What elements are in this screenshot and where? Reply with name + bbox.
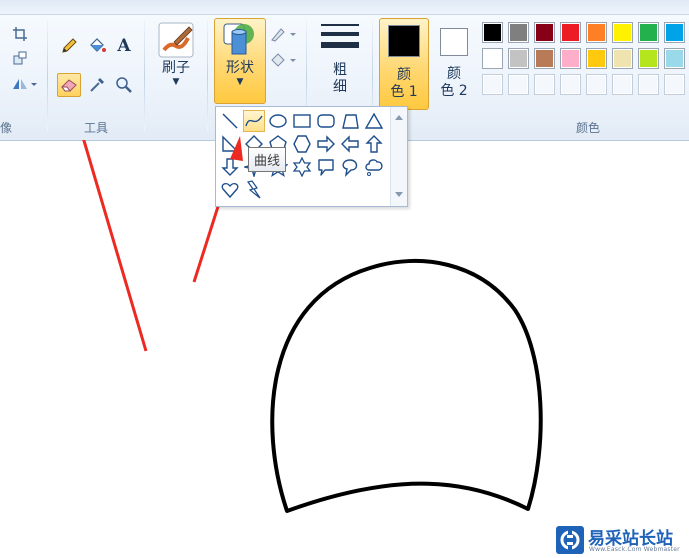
palette-swatch[interactable]: [508, 22, 529, 43]
shape-line-icon[interactable]: [219, 110, 241, 132]
palette-swatch[interactable]: [586, 22, 607, 43]
brush-icon: [158, 22, 194, 58]
palette-swatch[interactable]: [664, 48, 685, 69]
shape-rectangle-icon[interactable]: [291, 110, 313, 132]
chevron-down-icon: ▼: [172, 77, 180, 87]
palette-swatch[interactable]: [508, 48, 529, 69]
pencil-icon[interactable]: [57, 34, 81, 58]
shape-lightning-icon[interactable]: [243, 179, 265, 201]
shape-hexagon-icon[interactable]: [291, 133, 313, 155]
palette-swatch[interactable]: [482, 22, 503, 43]
palette-swatch[interactable]: [534, 22, 555, 43]
gallery-scrollbar[interactable]: [390, 107, 407, 206]
color1-label-1: 颜: [397, 67, 411, 83]
ribbon-top-edge: [0, 0, 689, 15]
shape-right-triangle-icon[interactable]: [219, 133, 241, 155]
shape-left-arrow-icon[interactable]: [339, 133, 361, 155]
line-width-icon: [321, 24, 359, 48]
tools-group-label: 工具: [84, 121, 109, 135]
palette-swatch[interactable]: [664, 22, 685, 43]
color1-label-2: 色 1: [390, 84, 418, 100]
colors-group-label: 颜色: [576, 121, 601, 135]
resize-icon[interactable]: [8, 46, 32, 70]
rotate-icon[interactable]: [8, 72, 40, 96]
custom-color-slot[interactable]: [586, 74, 607, 95]
shape-oval-icon[interactable]: [267, 110, 289, 132]
fill-bucket-icon[interactable]: [85, 34, 109, 58]
color-picker-icon[interactable]: [85, 73, 109, 97]
shapes-icon: [223, 23, 254, 55]
custom-color-slot[interactable]: [560, 74, 581, 95]
palette-swatch[interactable]: [612, 22, 633, 43]
shapes-gallery-popup: [215, 106, 408, 207]
custom-color-slot[interactable]: [638, 74, 659, 95]
group-separator: [47, 20, 48, 132]
shape-oval-callout-icon[interactable]: [339, 156, 361, 178]
size-label-2: 细: [333, 79, 347, 95]
palette-swatch[interactable]: [560, 48, 581, 69]
shape-right-arrow-icon[interactable]: [315, 133, 337, 155]
shape-up-arrow-icon[interactable]: [363, 133, 385, 155]
shape-rounded-rectangle-icon[interactable]: [315, 110, 337, 132]
watermark-subtext: Www.Easck.Com Webmaster: [589, 546, 680, 553]
size-label-1: 粗: [333, 62, 347, 78]
shapes-button[interactable]: 形状 ▼: [214, 18, 266, 104]
brushes-button[interactable]: 刷子 ▼: [152, 20, 200, 104]
outline-icon[interactable]: [268, 22, 298, 46]
shape-cloud-callout-icon[interactable]: [363, 156, 385, 178]
watermark-logo-icon: [556, 526, 584, 554]
shapes-label: 形状: [226, 60, 254, 76]
shape-tooltip: 曲线: [248, 147, 287, 172]
palette-swatch[interactable]: [638, 22, 659, 43]
color2-button[interactable]: 颜 色 2: [432, 18, 476, 110]
palette-swatch[interactable]: [612, 48, 633, 69]
magnifier-icon[interactable]: [112, 73, 136, 97]
palette-swatch[interactable]: [560, 22, 581, 43]
watermark: 易采站长站 Www.Easck.Com Webmaster: [556, 522, 689, 556]
shape-down-arrow-icon[interactable]: [219, 156, 241, 178]
fill-icon[interactable]: [268, 48, 298, 72]
group-separator: [207, 20, 208, 132]
size-button[interactable]: 粗 细: [314, 20, 366, 106]
group-separator: [144, 20, 145, 132]
custom-color-slot[interactable]: [664, 74, 685, 95]
palette-swatch[interactable]: [586, 48, 607, 69]
image-group-label: 像: [0, 121, 13, 135]
shape-polygon-icon[interactable]: [339, 110, 361, 132]
scroll-down-icon[interactable]: [395, 192, 403, 197]
custom-color-slot[interactable]: [534, 74, 555, 95]
brushes-label: 刷子: [162, 60, 190, 76]
color1-swatch: [388, 25, 420, 57]
shape-heart-icon[interactable]: [219, 179, 241, 201]
shape-rounded-callout-icon[interactable]: [315, 156, 337, 178]
custom-color-slot[interactable]: [482, 74, 503, 95]
custom-color-slot[interactable]: [612, 74, 633, 95]
palette-swatch[interactable]: [638, 48, 659, 69]
custom-color-slot[interactable]: [508, 74, 529, 95]
shape-curve-icon[interactable]: [243, 110, 265, 132]
chevron-down-icon: ▼: [236, 77, 244, 87]
scroll-up-icon[interactable]: [395, 115, 403, 120]
palette-swatch[interactable]: [482, 48, 503, 69]
eraser-icon[interactable]: [57, 73, 81, 97]
color1-button[interactable]: 颜 色 1: [379, 18, 429, 110]
color2-swatch: [440, 28, 468, 56]
annotation-arrow-eraser: [82, 140, 148, 352]
drawn-arch-shape: [270, 258, 543, 513]
color2-label-2: 色 2: [440, 83, 468, 99]
text-tool-icon[interactable]: A: [112, 34, 136, 58]
palette-swatch[interactable]: [534, 48, 555, 69]
color2-label-1: 颜: [447, 66, 461, 82]
shape-triangle-icon[interactable]: [363, 110, 385, 132]
shape-six-point-star-icon[interactable]: [291, 156, 313, 178]
crop-icon[interactable]: [8, 22, 32, 46]
